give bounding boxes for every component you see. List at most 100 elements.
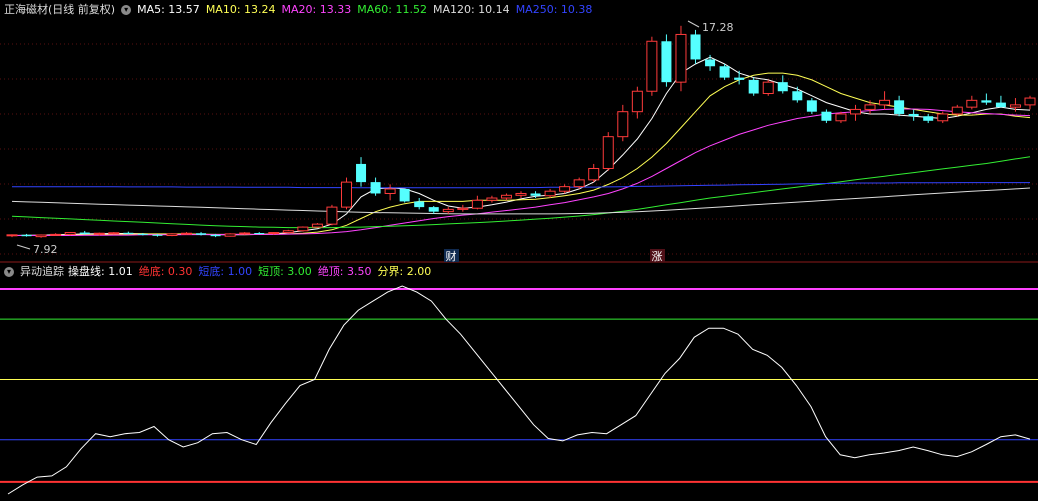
sub-line-操盘线	[7, 285, 1031, 495]
sub-indicator-1: 绝底: 0.30	[138, 265, 193, 278]
marker-cai[interactable]: 财	[446, 249, 457, 263]
candle-down	[806, 100, 817, 112]
candle-up	[268, 232, 280, 235]
candle-up	[6, 234, 18, 237]
candle-up	[602, 136, 614, 169]
candle-up	[762, 81, 774, 95]
candle-up	[50, 233, 62, 236]
candle-up	[1009, 104, 1021, 108]
main-header: 正海磁材(日线 前复权) ▾ MA5: 13.57 MA10: 13.24 MA20: …	[4, 3, 604, 17]
candle-up	[544, 190, 556, 197]
candle-down	[923, 116, 934, 121]
candle-up	[457, 207, 469, 210]
main-indicator-3: MA60: 11.52	[357, 3, 427, 16]
candle-up	[471, 199, 483, 209]
main-indicator-0: MA5: 13.57	[137, 3, 200, 16]
candle-down	[792, 91, 803, 101]
candle-up	[500, 194, 512, 199]
sub-indicator-lines	[7, 285, 1031, 495]
candle-down	[79, 232, 90, 234]
sub-indicator-5: 分界: 2.00	[377, 265, 432, 278]
candle-down	[894, 100, 905, 114]
candle-down	[21, 234, 32, 237]
candle-down	[734, 77, 745, 80]
candle-up	[64, 232, 76, 235]
candle-down	[995, 102, 1006, 108]
max-price-arrow	[687, 20, 700, 28]
candle-up	[631, 90, 643, 113]
candle-up	[326, 206, 338, 225]
candle-down	[152, 234, 163, 236]
candle-down	[123, 232, 134, 234]
marker-zhang[interactable]: 涨	[652, 250, 663, 263]
moving-average-lines	[11, 56, 1031, 236]
candle-up	[588, 167, 600, 181]
candle-up	[835, 113, 847, 122]
candle-up	[340, 181, 352, 208]
candle-up	[384, 188, 396, 194]
candle-up	[297, 226, 309, 232]
sub-indicator-4: 绝顶: 3.50	[317, 265, 372, 278]
candle-up	[442, 208, 454, 213]
candle-up	[879, 99, 891, 106]
max-price-label: 17.28	[702, 21, 734, 34]
candle-down	[705, 59, 716, 67]
candle-up	[93, 232, 105, 235]
candle-down	[399, 188, 410, 202]
candle-up	[864, 104, 876, 110]
candle-down	[356, 163, 367, 183]
candle-up	[224, 233, 236, 237]
main-indicator-4: MA120: 10.14	[432, 3, 510, 16]
candle-down	[530, 193, 541, 196]
candle-up	[239, 232, 251, 235]
candle-up	[515, 192, 527, 196]
candle-up	[1024, 97, 1036, 106]
main-dropdown-icon[interactable]: ▾	[121, 5, 132, 15]
candle-up	[675, 33, 687, 83]
min-price-arrow	[16, 244, 31, 250]
candle-down	[370, 182, 381, 194]
candle-down	[908, 113, 919, 117]
candle-up	[646, 40, 658, 92]
candle-up	[282, 230, 294, 234]
candle-up	[951, 106, 963, 115]
min-price-label: 7.92	[33, 243, 58, 256]
candle-up	[166, 233, 178, 237]
candle-down	[254, 233, 265, 235]
sub-header: ▾ 异动追踪 操盘线: 1.01 绝底: 0.30 短底: 1.00 短顶: 3.00 绝顶…	[4, 265, 443, 279]
sub-dropdown-icon[interactable]: ▾	[4, 267, 14, 277]
candle-down	[210, 234, 221, 237]
candle-up	[35, 234, 47, 238]
candle-down	[690, 34, 701, 60]
sub-title[interactable]: 异动追踪	[20, 265, 64, 278]
candle-down	[719, 66, 730, 78]
candle-down	[981, 100, 992, 103]
main-indicator-2: MA20: 13.33	[281, 3, 352, 16]
candle-up	[617, 111, 629, 138]
main-indicators: MA5: 13.57 MA10: 13.24 MA20: 13.33 MA60: 11…	[137, 3, 598, 16]
candle-down	[414, 201, 425, 208]
ma-line-MA20	[12, 108, 1031, 236]
candle-up	[486, 197, 498, 201]
ma-line-MA10	[12, 72, 1031, 236]
ma-line-MA250	[12, 182, 1030, 189]
candle-down	[777, 82, 788, 92]
candle-up	[573, 179, 585, 188]
stock-chart: 17.28 7.92 财 涨	[0, 20, 1038, 495]
sub-indicator-2: 短底: 1.00	[198, 265, 253, 278]
candle-down	[748, 79, 759, 94]
sub-indicator-3: 短顶: 3.00	[258, 265, 312, 278]
candle-up	[181, 232, 193, 235]
candle-up	[937, 113, 949, 122]
candle-down	[428, 207, 439, 212]
sub-indicator-0: 操盘线: 1.01	[68, 265, 133, 278]
candle-down	[137, 233, 148, 235]
candle-down	[196, 233, 207, 235]
main-title[interactable]: 正海磁材(日线 前复权)	[4, 3, 115, 16]
main-indicator-1: MA10: 13.24	[205, 3, 276, 16]
candle-down	[661, 41, 672, 83]
candle-up	[559, 186, 571, 192]
candle-up	[108, 232, 120, 235]
candle-up	[849, 108, 861, 115]
main-indicator-5: MA250: 10.38	[515, 3, 593, 16]
